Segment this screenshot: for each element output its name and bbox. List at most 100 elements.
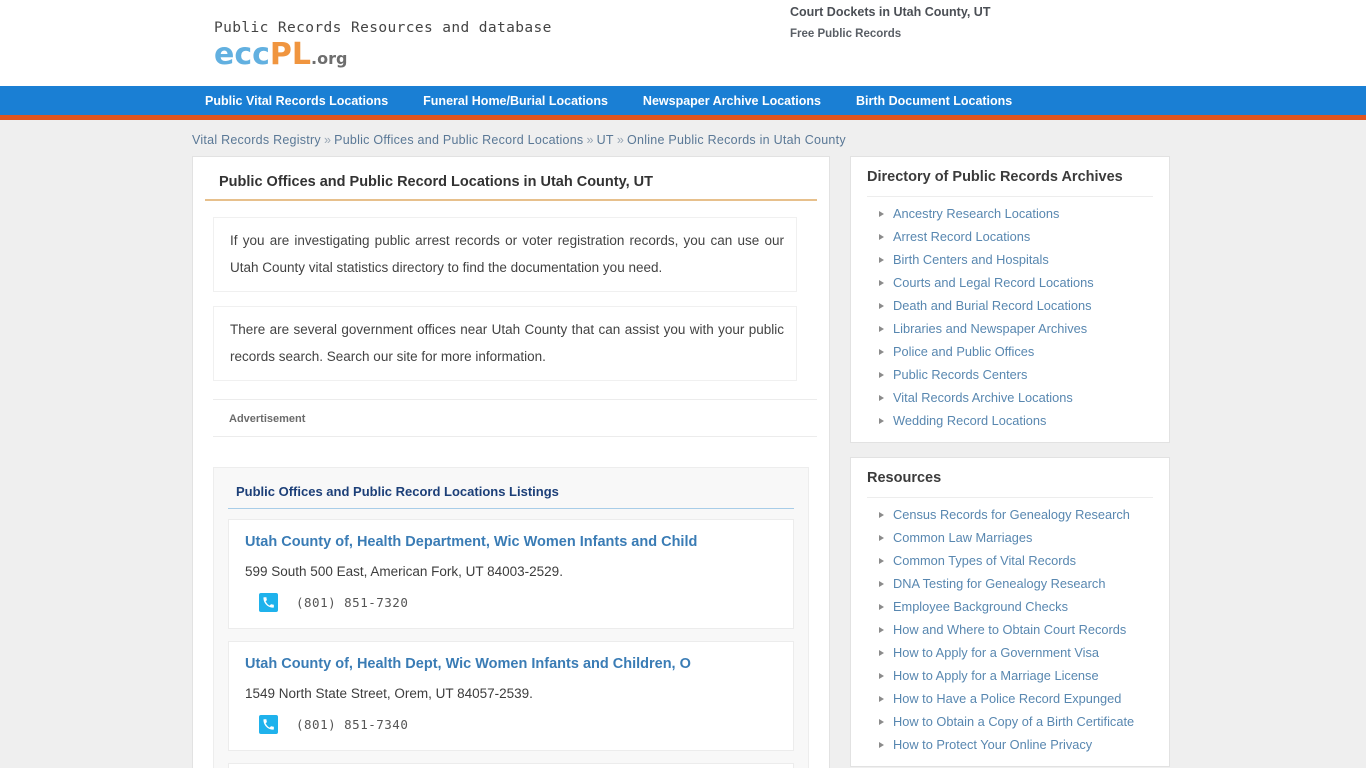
- masthead-right-subtitle: Free Public Records: [790, 28, 902, 40]
- sidebar-item-how-to-apply-for-a-marriage-license[interactable]: How to Apply for a Marriage License: [867, 664, 1153, 687]
- sidebar-item-common-law-marriages[interactable]: Common Law Marriages: [867, 526, 1153, 549]
- nav-item-newspaper-archive-locations[interactable]: Newspaper Archive Locations: [643, 94, 821, 108]
- nav-item-public-vital-records-locations[interactable]: Public Vital Records Locations: [205, 94, 388, 108]
- triangle-bullet-icon: [879, 557, 884, 564]
- sidebar-item-label[interactable]: Vital Records Archive Locations: [893, 388, 1073, 407]
- primary-navigation: Public Vital Records Locations Funeral H…: [0, 86, 1366, 120]
- sidebar-item-libraries-and-newspaper-archives[interactable]: Libraries and Newspaper Archives: [867, 317, 1153, 340]
- sidebar-item-how-to-obtain-a-copy-of-a-birth-certificate[interactable]: How to Obtain a Copy of a Birth Certific…: [867, 710, 1153, 733]
- sidebar-card-resources: Resources Census Records for Genealogy R…: [850, 457, 1170, 767]
- breadcrumb: Vital Records Registry» Public Offices an…: [0, 120, 1366, 156]
- triangle-bullet-icon: [879, 672, 884, 679]
- sidebar-item-how-to-have-a-police-record-expunged[interactable]: How to Have a Police Record Expunged: [867, 687, 1153, 710]
- sidebar-item-label[interactable]: How to Protect Your Online Privacy: [893, 735, 1092, 754]
- breadcrumb-separator: »: [616, 133, 625, 147]
- sidebar-card-title: Resources: [867, 470, 1153, 498]
- page-title: Public Offices and Public Record Locatio…: [205, 171, 817, 201]
- sidebar-item-label[interactable]: Census Records for Genealogy Research: [893, 505, 1130, 524]
- masthead-right-block: Court Dockets in Utah County, UT Free Pu…: [790, 5, 990, 40]
- intro-paragraph-2: There are several government offices nea…: [213, 306, 797, 381]
- listing-phone-number[interactable]: (801) 851-7320: [296, 595, 408, 610]
- phone-icon: [259, 715, 278, 734]
- logo-text-pl: PL: [269, 37, 312, 72]
- listing-phone-row: (801) 851-7340: [245, 715, 777, 734]
- listing-phone-number[interactable]: (801) 851-7340: [296, 717, 408, 732]
- sidebar-item-label[interactable]: Common Types of Vital Records: [893, 551, 1076, 570]
- sidebar-item-label[interactable]: How and Where to Obtain Court Records: [893, 620, 1126, 639]
- sidebar-item-label[interactable]: Death and Burial Record Locations: [893, 296, 1091, 315]
- sidebar-item-public-records-centers[interactable]: Public Records Centers: [867, 363, 1153, 386]
- sidebar-item-label[interactable]: How to Have a Police Record Expunged: [893, 689, 1121, 708]
- sidebar-list-resources: Census Records for Genealogy Research Co…: [867, 503, 1153, 756]
- breadcrumb-item-current: Online Public Records in Utah County: [627, 133, 846, 147]
- sidebar-item-death-and-burial-record-locations[interactable]: Death and Burial Record Locations: [867, 294, 1153, 317]
- listings-panel: Public Offices and Public Record Locatio…: [213, 467, 809, 768]
- sidebar-item-dna-testing-for-genealogy-research[interactable]: DNA Testing for Genealogy Research: [867, 572, 1153, 595]
- sidebar-item-label[interactable]: Wedding Record Locations: [893, 411, 1046, 430]
- sidebar-item-label[interactable]: Public Records Centers: [893, 365, 1027, 384]
- page-body: Public Offices and Public Record Locatio…: [0, 156, 1366, 768]
- nav-item-funeral-home-burial-locations[interactable]: Funeral Home/Burial Locations: [423, 94, 608, 108]
- sidebar-item-label[interactable]: Libraries and Newspaper Archives: [893, 319, 1087, 338]
- triangle-bullet-icon: [879, 603, 884, 610]
- sidebar-item-label[interactable]: DNA Testing for Genealogy Research: [893, 574, 1105, 593]
- advertisement-label: Advertisement: [229, 413, 306, 425]
- brand-block[interactable]: Public Records Resources and database ec…: [214, 20, 552, 70]
- sidebar-item-label[interactable]: Police and Public Offices: [893, 342, 1034, 361]
- phone-icon: [259, 593, 278, 612]
- breadcrumb-item-public-offices[interactable]: Public Offices and Public Record Locatio…: [334, 133, 583, 147]
- sidebar-item-label[interactable]: Arrest Record Locations: [893, 227, 1030, 246]
- triangle-bullet-icon: [879, 718, 884, 725]
- sidebar-item-label[interactable]: How to Apply for a Marriage License: [893, 666, 1099, 685]
- triangle-bullet-icon: [879, 626, 884, 633]
- triangle-bullet-icon: [879, 534, 884, 541]
- listings-panel-title: Public Offices and Public Record Locatio…: [228, 484, 794, 509]
- listing-name-link[interactable]: Utah County of, Health Dept, Wic Women I…: [245, 656, 777, 672]
- triangle-bullet-icon: [879, 741, 884, 748]
- sidebar-item-courts-and-legal-record-locations[interactable]: Courts and Legal Record Locations: [867, 271, 1153, 294]
- sidebar-item-common-types-of-vital-records[interactable]: Common Types of Vital Records: [867, 549, 1153, 572]
- sidebar-item-birth-centers-and-hospitals[interactable]: Birth Centers and Hospitals: [867, 248, 1153, 271]
- site-masthead: Public Records Resources and database ec…: [0, 0, 1366, 86]
- sidebar-item-ancestry-research-locations[interactable]: Ancestry Research Locations: [867, 202, 1153, 225]
- nav-item-birth-document-locations[interactable]: Birth Document Locations: [856, 94, 1012, 108]
- sidebar-item-census-records-for-genealogy-research[interactable]: Census Records for Genealogy Research: [867, 503, 1153, 526]
- sidebar-item-label[interactable]: Common Law Marriages: [893, 528, 1032, 547]
- listing-card[interactable]: Utah County of Orem, UT 84057. (801) 851…: [228, 763, 794, 768]
- triangle-bullet-icon: [879, 580, 884, 587]
- sidebar-list-directory: Ancestry Research Locations Arrest Recor…: [867, 202, 1153, 432]
- sidebar-item-wedding-record-locations[interactable]: Wedding Record Locations: [867, 409, 1153, 432]
- sidebar-item-label[interactable]: Employee Background Checks: [893, 597, 1068, 616]
- sidebar-item-arrest-record-locations[interactable]: Arrest Record Locations: [867, 225, 1153, 248]
- sidebar-item-how-to-apply-for-a-government-visa[interactable]: How to Apply for a Government Visa: [867, 641, 1153, 664]
- sidebar-item-vital-records-archive-locations[interactable]: Vital Records Archive Locations: [867, 386, 1153, 409]
- triangle-bullet-icon: [879, 695, 884, 702]
- breadcrumb-separator: »: [586, 133, 594, 147]
- listing-phone-row: (801) 851-7320: [245, 593, 777, 612]
- breadcrumb-item-vital-records-registry[interactable]: Vital Records Registry: [192, 133, 321, 147]
- triangle-bullet-icon: [879, 649, 884, 656]
- sidebar-item-how-and-where-to-obtain-court-records[interactable]: How and Where to Obtain Court Records: [867, 618, 1153, 641]
- triangle-bullet-icon: [879, 417, 884, 424]
- sidebar-item-label[interactable]: How to Apply for a Government Visa: [893, 643, 1099, 662]
- sidebar-item-police-and-public-offices[interactable]: Police and Public Offices: [867, 340, 1153, 363]
- sidebar-item-how-to-protect-your-online-privacy[interactable]: How to Protect Your Online Privacy: [867, 733, 1153, 756]
- listing-card[interactable]: Utah County of, Health Department, Wic W…: [228, 519, 794, 629]
- triangle-bullet-icon: [879, 233, 884, 240]
- listing-address: 599 South 500 East, American Fork, UT 84…: [245, 564, 563, 579]
- advertisement-slot: Advertisement: [213, 399, 817, 437]
- triangle-bullet-icon: [879, 279, 884, 286]
- triangle-bullet-icon: [879, 325, 884, 332]
- sidebar-item-label[interactable]: How to Obtain a Copy of a Birth Certific…: [893, 712, 1134, 731]
- breadcrumb-item-ut[interactable]: UT: [597, 133, 614, 147]
- triangle-bullet-icon: [879, 371, 884, 378]
- triangle-bullet-icon: [879, 348, 884, 355]
- sidebar-item-label[interactable]: Ancestry Research Locations: [893, 204, 1059, 223]
- main-content-column: Public Offices and Public Record Locatio…: [192, 156, 830, 768]
- listing-card[interactable]: Utah County of, Health Dept, Wic Women I…: [228, 641, 794, 751]
- sidebar-item-employee-background-checks[interactable]: Employee Background Checks: [867, 595, 1153, 618]
- site-logo[interactable]: eccPL.org: [214, 40, 552, 70]
- listing-name-link[interactable]: Utah County of, Health Department, Wic W…: [245, 534, 777, 550]
- sidebar-item-label[interactable]: Birth Centers and Hospitals: [893, 250, 1049, 269]
- sidebar-item-label[interactable]: Courts and Legal Record Locations: [893, 273, 1094, 292]
